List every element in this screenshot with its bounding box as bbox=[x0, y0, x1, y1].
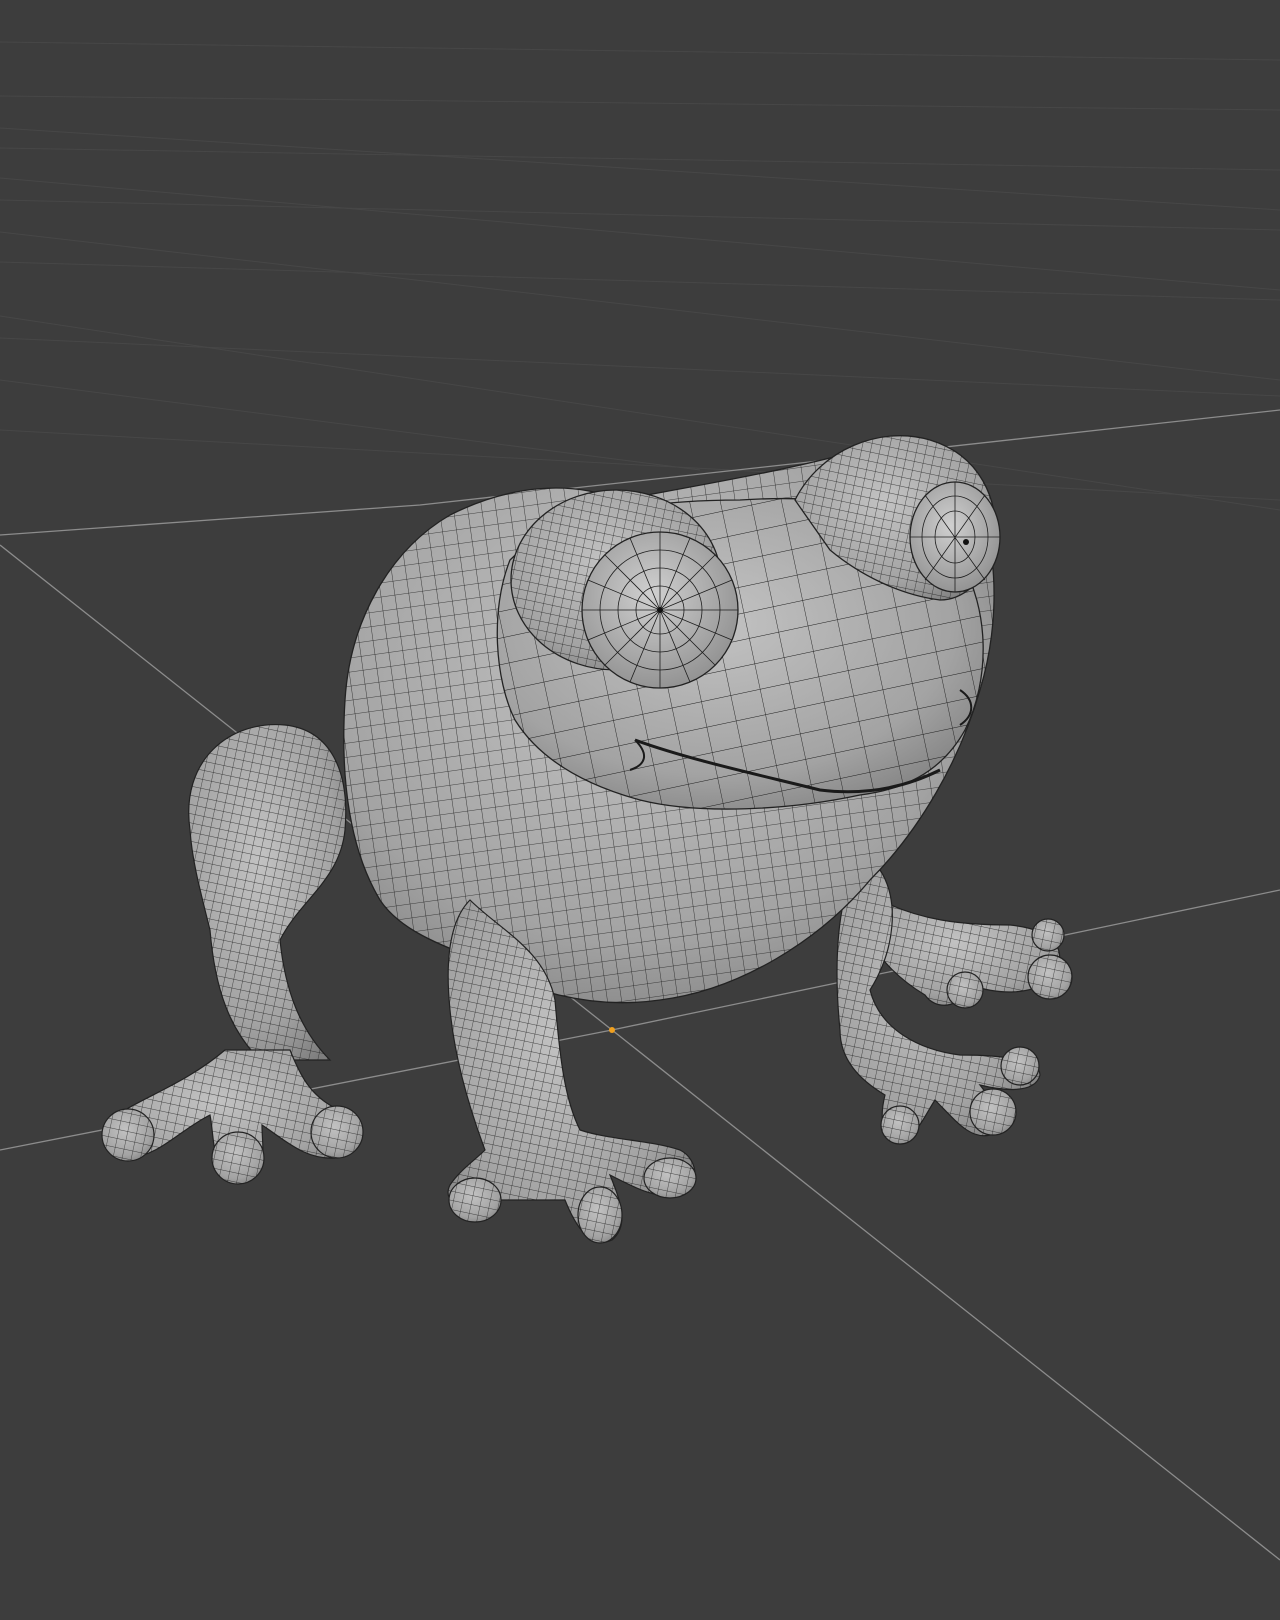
floor-grid bbox=[0, 41, 1280, 511]
object-origin-marker[interactable] bbox=[609, 1027, 615, 1033]
left-hind-leg[interactable] bbox=[101, 724, 364, 1185]
right-hind-leg[interactable] bbox=[869, 899, 1073, 1009]
right-front-leg[interactable] bbox=[836, 869, 1041, 1145]
frog-mesh[interactable] bbox=[101, 435, 1073, 1244]
3d-viewport[interactable] bbox=[0, 0, 1280, 1620]
